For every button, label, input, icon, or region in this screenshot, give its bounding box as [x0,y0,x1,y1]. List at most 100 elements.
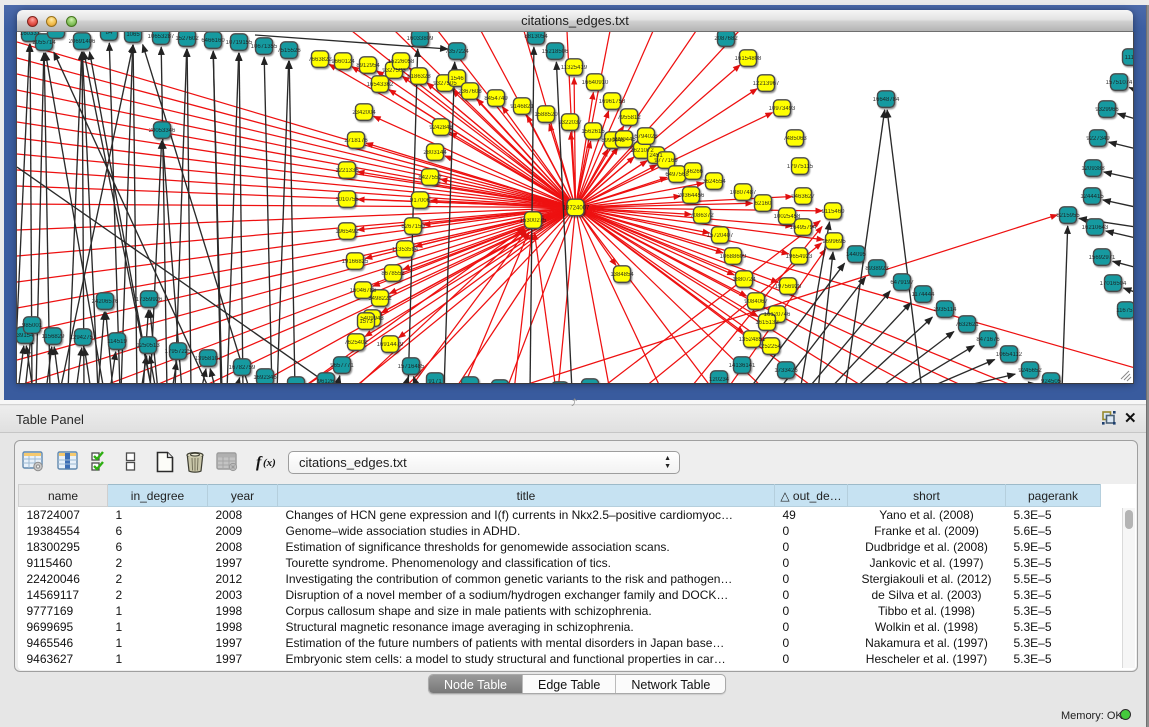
svg-text:8215955: 8215955 [1056,213,1080,219]
svg-text:15300275: 15300275 [520,218,547,224]
svg-text:1562615: 1562615 [581,129,605,135]
svg-text:2367608: 2367608 [458,89,482,95]
svg-text:1250513: 1250513 [136,343,160,349]
svg-text:1588520: 1588520 [534,112,558,118]
svg-text:17016504: 17016504 [1100,281,1127,287]
svg-text:15692971: 15692971 [1089,255,1116,261]
svg-text:9327503: 9327503 [382,68,406,74]
svg-text:1156829: 1156829 [42,334,66,340]
svg-text:917006: 917006 [410,198,431,204]
svg-text:14136141: 14136141 [729,363,756,369]
svg-text:1384854: 1384854 [610,272,634,278]
svg-text:746266: 746266 [683,169,704,175]
svg-text:9115460: 9115460 [822,209,846,215]
svg-text:2803144: 2803144 [423,150,447,156]
svg-text:9242848: 9242848 [429,125,453,131]
svg-text:1546: 1546 [450,76,464,82]
svg-text:9084067: 9084067 [744,299,768,305]
svg-text:10654112: 10654112 [996,352,1023,358]
svg-text:1733426: 1733426 [774,368,798,374]
svg-text:96126: 96126 [318,379,335,383]
svg-text:9463627: 9463627 [791,194,815,200]
svg-text:1221336: 1221336 [335,168,359,174]
svg-text:1174444: 1174444 [912,292,936,298]
svg-text:1615132: 1615132 [755,320,779,326]
svg-text:39154: 39154 [17,333,34,339]
svg-text:18724007: 18724007 [563,206,590,212]
svg-text:19756928: 19756928 [775,284,802,290]
svg-text:7485063: 7485063 [783,136,807,142]
svg-text:20691406: 20691406 [69,39,96,45]
svg-text:10025458: 10025458 [774,214,801,220]
svg-text:16154808: 16154808 [735,56,762,62]
svg-text:985001: 985001 [22,323,43,329]
svg-text:8938923: 8938923 [865,266,889,272]
svg-text:8427552: 8427552 [418,175,442,181]
svg-text:8471676: 8471676 [976,337,1000,343]
svg-text:7515526: 7515526 [277,48,301,54]
svg-text:10807487: 10807487 [730,190,757,196]
svg-text:9329966: 9329966 [1095,107,1119,113]
svg-text:11325419: 11325419 [561,65,588,71]
svg-text:(x): (x) [263,457,276,469]
svg-text:7955812: 7955812 [617,115,641,121]
svg-text:9146821: 9146821 [510,104,534,110]
svg-text:144095: 144095 [846,252,867,258]
svg-text:8186328: 8186328 [407,74,431,80]
svg-text:2935114: 2935114 [934,307,958,313]
svg-text:114519: 114519 [107,339,127,345]
svg-text:6466160: 6466160 [201,38,225,44]
svg-text:16961758: 16961758 [599,99,626,105]
svg-text:7086372: 7086372 [690,213,714,219]
svg-text:17975115: 17975115 [787,164,814,170]
svg-text:10671355: 10671355 [251,44,278,50]
svg-text:10653287: 10653287 [148,34,175,40]
svg-text:10973493: 10973493 [769,106,796,112]
svg-text:15720407: 15720407 [707,233,734,239]
svg-text:9699695: 9699695 [822,239,846,245]
svg-text:2342004: 2342004 [352,110,376,116]
svg-text:9660124: 9660124 [331,59,355,65]
svg-text:8912954: 8912954 [356,63,380,69]
svg-text:19166825: 19166825 [342,259,369,265]
svg-text:1117: 1117 [1125,55,1133,61]
svg-text:13524851: 13524851 [739,337,766,343]
svg-text:3498222: 3498222 [368,296,392,302]
svg-text:116753: 116753 [1116,308,1133,314]
svg-text:10688609: 10688609 [720,254,747,260]
svg-text:20364456: 20364456 [678,193,705,199]
svg-text:9227349: 9227349 [1086,136,1110,142]
svg-text:16648784: 16648784 [873,97,900,103]
svg-text:11353594: 11353594 [392,247,419,253]
svg-text:6794028: 6794028 [634,134,658,140]
svg-text:2055714: 2055714 [32,40,56,46]
svg-text:160337: 160337 [20,32,41,37]
svg-text:1065: 1065 [126,32,140,38]
svg-text:1880724: 1880724 [732,277,756,283]
svg-text:15751074: 15751074 [1106,80,1133,86]
svg-text:97: 97 [53,32,60,34]
svg-text:7632621: 7632621 [955,322,979,328]
svg-text:17359926: 17359926 [136,297,163,303]
svg-text:1209388: 1209388 [1081,166,1105,172]
svg-text:16640910: 16640910 [582,80,609,86]
svg-text:62160: 62160 [755,201,772,207]
svg-text:84: 84 [106,32,113,36]
svg-text:1244415: 1244415 [1080,194,1104,200]
svg-text:16543362: 16543362 [367,82,394,88]
svg-text:15226058: 15226058 [388,59,415,65]
svg-text:16914479: 16914479 [377,342,404,348]
svg-text:13958107: 13958107 [195,356,222,362]
svg-text:20053346: 20053346 [149,128,176,134]
svg-text:16120746: 16120746 [764,312,791,318]
svg-text:120234: 120234 [709,377,730,383]
svg-text:1692346: 1692346 [253,375,277,381]
svg-text:3624554: 3624554 [702,179,726,185]
svg-text:16210643: 16210643 [1082,225,1109,231]
svg-text:252254: 252254 [761,344,782,350]
svg-text:2718176: 2718176 [344,138,368,144]
svg-text:12942757: 12942757 [70,335,97,341]
svg-text:12213967: 12213967 [753,81,780,87]
svg-text:8678552: 8678552 [381,271,405,277]
svg-text:15218506: 15218506 [542,49,569,55]
